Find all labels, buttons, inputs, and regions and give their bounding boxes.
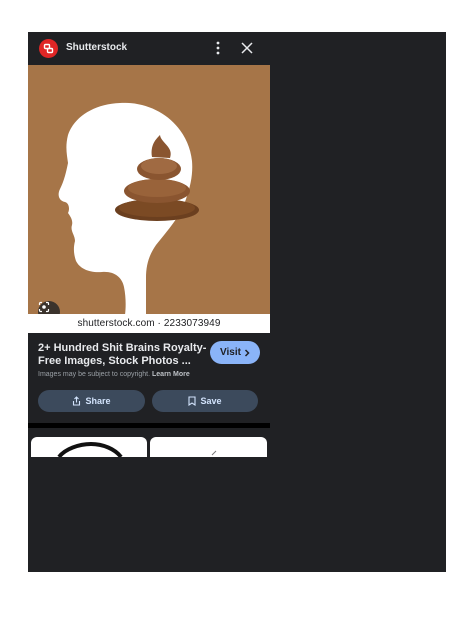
viewer-header: Shutterstock — [28, 32, 270, 65]
head-silhouette-illustration — [58, 102, 199, 315]
image-viewer-screen: Shutterstock shutterstock.com · 22330739… — [28, 32, 446, 572]
share-button[interactable]: Share — [38, 390, 145, 412]
share-icon — [73, 396, 81, 406]
more-vert-icon[interactable] — [212, 40, 224, 56]
close-icon[interactable] — [240, 41, 254, 55]
save-label: Save — [200, 396, 222, 406]
visit-label: Visit — [220, 347, 241, 358]
learn-more-link[interactable]: Learn More — [152, 371, 190, 378]
result-image[interactable]: shutterstock.com · 2233073949 — [28, 65, 270, 333]
result-title[interactable]: 2+ Hundred Shit Brains Royalty-Free Imag… — [38, 342, 208, 368]
shutterstock-logo-icon[interactable] — [39, 39, 58, 58]
visit-button[interactable]: Visit — [210, 341, 260, 364]
image-detail-panel: Shutterstock shutterstock.com · 22330739… — [28, 32, 270, 457]
image-watermark: shutterstock.com · 2233073949 — [28, 314, 270, 333]
section-divider — [28, 423, 270, 428]
copyright-notice: Images may be subject to copyright. Lear… — [38, 371, 190, 378]
share-label: Share — [85, 396, 111, 406]
related-image-thumbnail[interactable] — [31, 437, 147, 457]
related-image-thumbnail[interactable] — [150, 437, 267, 457]
save-button[interactable]: Save — [152, 390, 258, 412]
chevron-right-icon — [244, 348, 250, 357]
bookmark-icon — [188, 396, 197, 406]
site-name[interactable]: Shutterstock — [66, 42, 127, 53]
copyright-text: Images may be subject to copyright. — [38, 371, 151, 378]
